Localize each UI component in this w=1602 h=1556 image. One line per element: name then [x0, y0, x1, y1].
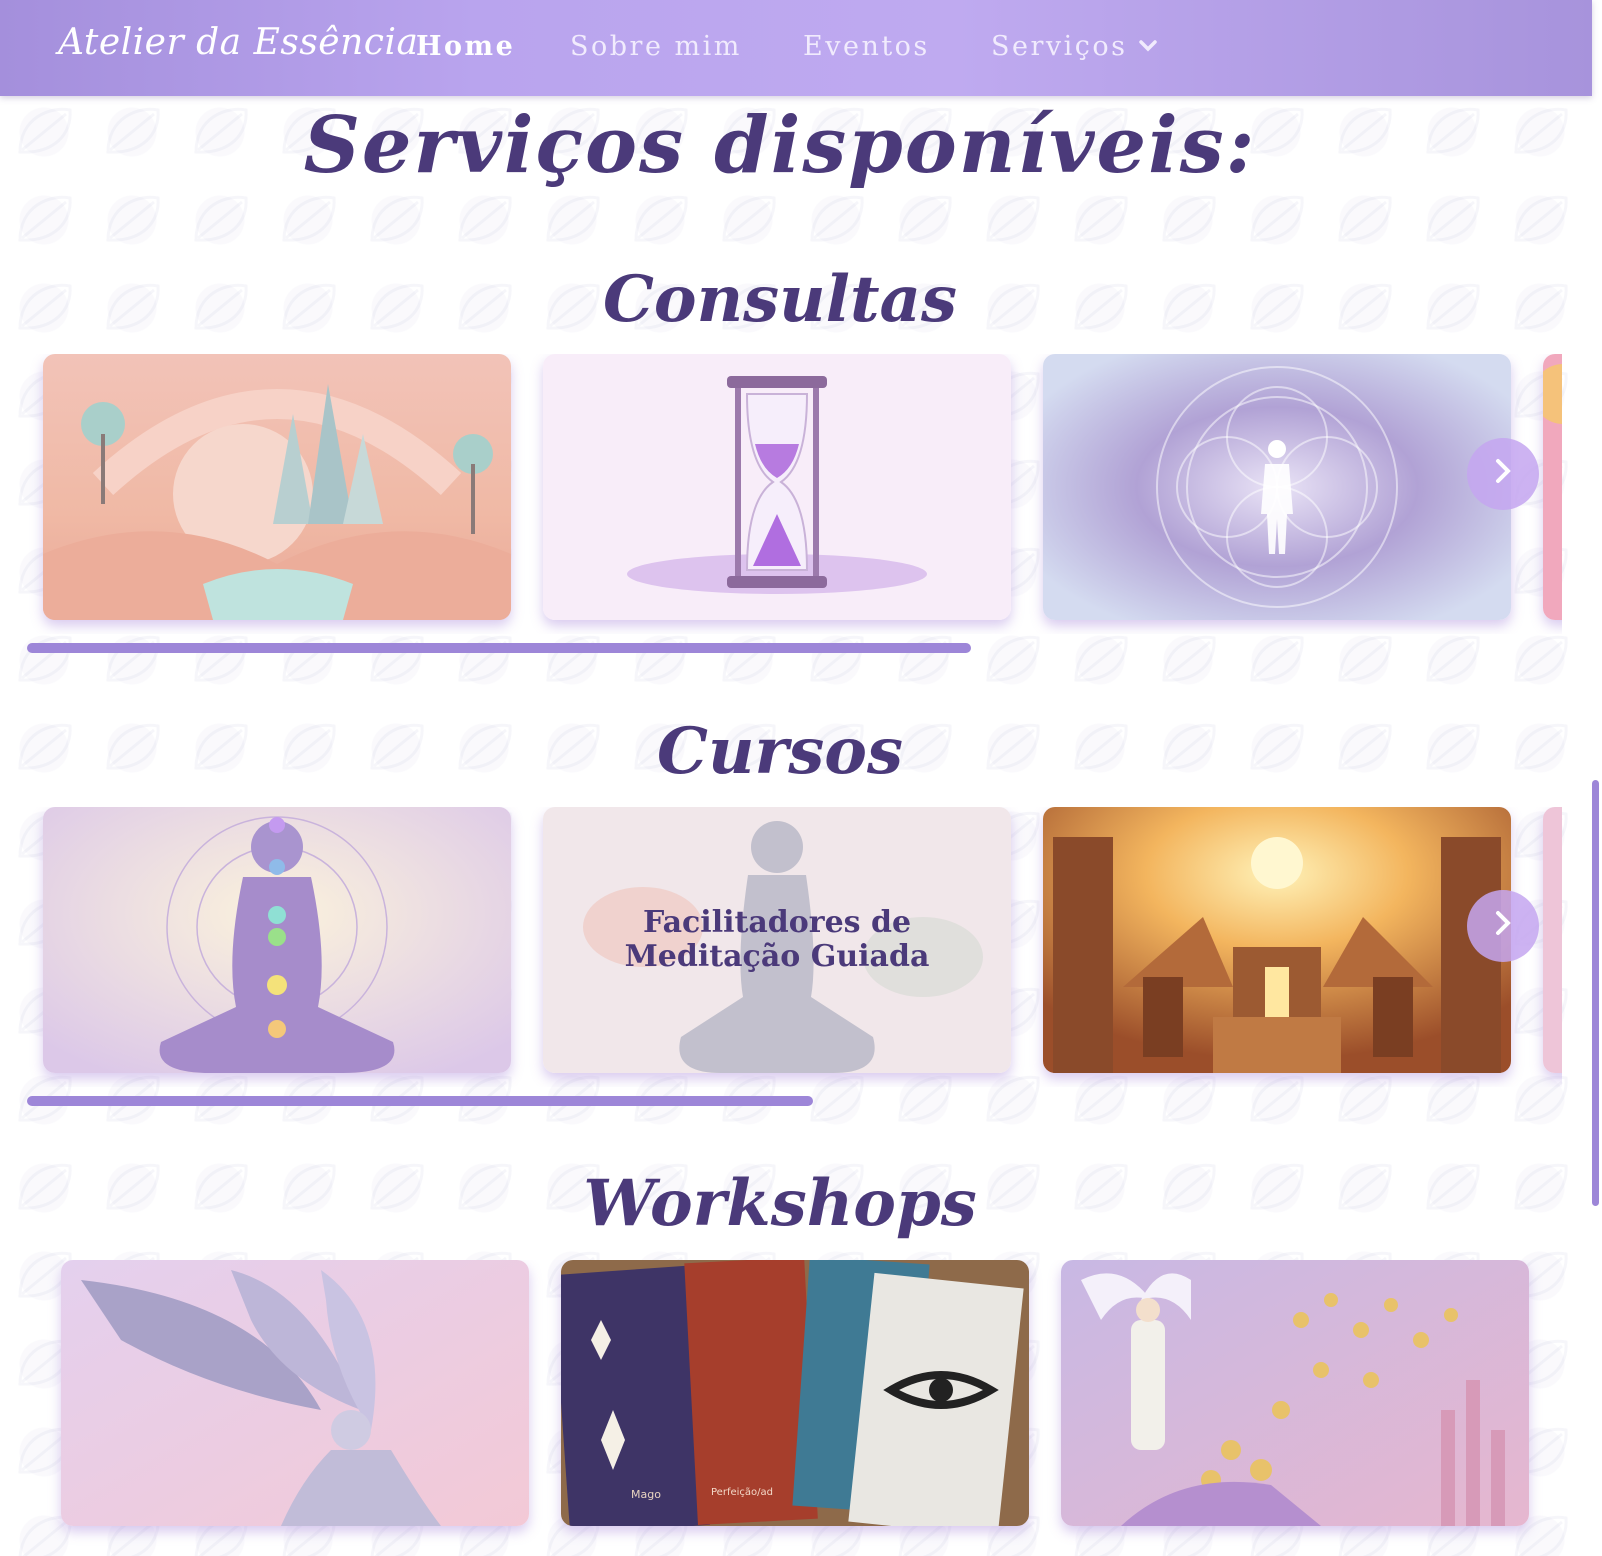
page-scrollbar[interactable] [1592, 780, 1599, 1206]
curso-card-chakras[interactable] [43, 807, 511, 1073]
consulta-card-energy[interactable] [1043, 354, 1511, 620]
brand-logo[interactable]: Atelier da Essência [58, 22, 418, 63]
nav-sobre-mim[interactable]: Sobre mim [570, 31, 742, 62]
tarot-label-mago: Mago [631, 1488, 661, 1501]
section-title-consultas: Consultas [602, 262, 958, 337]
top-navbar: Atelier da Essência Home Sobre mim Event… [0, 0, 1592, 96]
tarot-label-perfeicao: Perfeição/ad [711, 1487, 773, 1498]
consulta-card-partial[interactable] [1543, 354, 1562, 620]
workshops-carousel[interactable]: Mago Perfeição/ad [0, 1260, 1562, 1546]
curso-card-label: Facilitadores de Meditação Guiada [624, 905, 930, 974]
workshop-card-abundance[interactable] [1061, 1260, 1529, 1526]
chevron-down-icon [1138, 29, 1158, 60]
nav-eventos[interactable]: Eventos [803, 31, 930, 62]
cursos-carousel[interactable]: Facilitadores de Meditação Guiada [0, 807, 1562, 1087]
page-title: Serviços disponíveis: [303, 100, 1257, 191]
consulta-card-hourglass[interactable] [543, 354, 1011, 620]
chevron-right-icon [1492, 454, 1514, 494]
workshop-card-angel[interactable] [61, 1260, 529, 1526]
cursos-next-button[interactable] [1467, 890, 1539, 962]
consultas-next-button[interactable] [1467, 438, 1539, 510]
curso-card-partial[interactable] [1543, 807, 1562, 1073]
curso-card-temple[interactable] [1043, 807, 1511, 1073]
nav-home[interactable]: Home [416, 31, 515, 62]
curso-card-meditacao-guiada[interactable]: Facilitadores de Meditação Guiada [543, 807, 1011, 1073]
nav-servicos-label: Serviços [991, 31, 1128, 62]
workshop-card-tarot[interactable]: Mago Perfeição/ad [561, 1260, 1029, 1526]
consultas-carousel[interactable] [0, 354, 1562, 634]
section-title-cursos: Cursos [657, 714, 903, 789]
consultas-scrollbar[interactable] [27, 643, 971, 653]
nav-servicos[interactable]: Serviços [991, 31, 1158, 62]
consulta-card-landscape[interactable] [43, 354, 511, 620]
section-title-workshops: Workshops [583, 1166, 977, 1241]
cursos-scrollbar[interactable] [27, 1096, 813, 1106]
chevron-right-icon [1492, 906, 1514, 946]
